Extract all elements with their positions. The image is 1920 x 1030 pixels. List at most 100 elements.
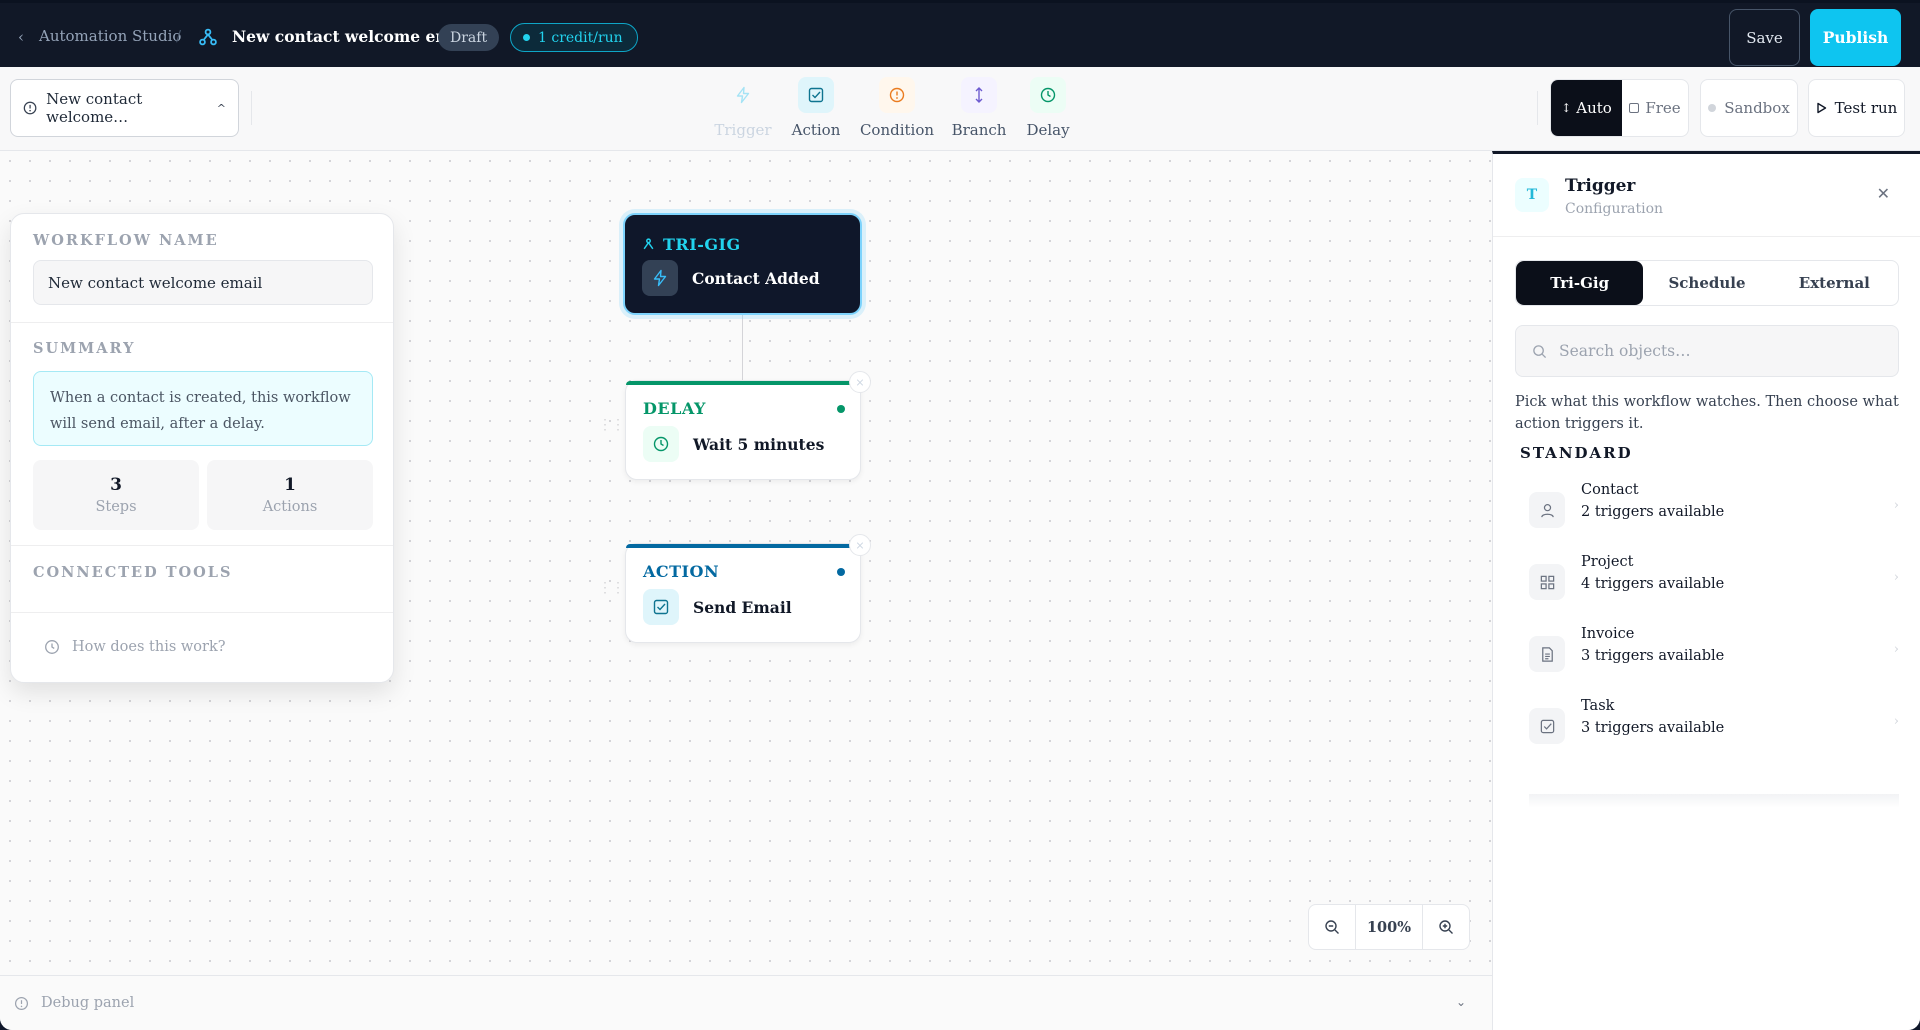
divider [1493, 236, 1920, 237]
zoom-out-button[interactable] [1309, 905, 1355, 949]
status-badge: Draft [438, 24, 500, 51]
mode-auto-button[interactable]: ↕ Auto [1551, 80, 1622, 136]
panel-subtitle: Configuration [1565, 201, 1664, 217]
clock-icon [45, 640, 59, 654]
publish-button[interactable]: Publish [1810, 9, 1901, 66]
close-icon[interactable]: ✕ [1877, 184, 1890, 203]
help-link[interactable]: How does this work? [44, 639, 226, 655]
action-node-kind: ACTION [643, 562, 720, 581]
action-node-name: Send Email [693, 598, 792, 617]
list-scroll-fade [1529, 794, 1899, 808]
object-trigger-count: 2 triggers available [1581, 504, 1725, 520]
action-node-close-icon[interactable]: × [849, 534, 871, 556]
delay-node-close-icon[interactable]: × [849, 371, 871, 393]
zoom-level: 100% [1355, 905, 1423, 949]
drag-handle-icon[interactable]: ⋮⋮ [598, 418, 625, 432]
clock-icon [643, 426, 679, 462]
trigger-config-panel: T Trigger Configuration ✕ Tri-Gig Schedu… [1492, 151, 1920, 1030]
object-name: Task [1581, 698, 1615, 714]
sandbox-label: Sandbox [1724, 99, 1790, 117]
clock-icon [1030, 77, 1066, 113]
stat-steps: 3 Steps [33, 460, 199, 530]
chevron-right-icon: › [1893, 570, 1899, 585]
tool-action[interactable]: Action [776, 77, 856, 139]
test-run-button[interactable]: Test run [1808, 79, 1905, 137]
object-name: Invoice [1581, 626, 1635, 642]
object-item-contact[interactable]: Contact 2 triggers available › [1529, 480, 1899, 536]
workflow-name-label: WORKFLOW NAME [33, 232, 219, 249]
debug-panel-bar[interactable]: Debug panel ⌄ [0, 975, 1492, 1030]
tool-trigger[interactable]: Trigger [703, 77, 783, 139]
document-icon [1529, 636, 1565, 672]
zoom-in-button[interactable] [1423, 905, 1469, 949]
object-name: Contact [1581, 482, 1639, 498]
stat-actions-label: Actions [262, 499, 318, 515]
sandbox-toggle[interactable]: Sandbox [1700, 79, 1798, 137]
chevron-down-icon[interactable]: ⌄ [1456, 995, 1466, 1009]
toolbar-divider [251, 91, 252, 125]
action-node-status-dot [837, 568, 845, 576]
search-input[interactable]: Search objects… [1515, 325, 1899, 377]
bolt-icon [725, 77, 761, 113]
toolbar-divider [1537, 91, 1538, 125]
tab-external[interactable]: External [1771, 261, 1898, 305]
workflow-branch-icon [199, 28, 217, 46]
chevron-right-icon: › [1893, 498, 1899, 513]
panel-help-text: Pick what this workflow watches. Then ch… [1515, 394, 1899, 432]
object-item-invoice[interactable]: Invoice 3 triggers available › [1529, 624, 1899, 680]
layout-mode-toggle: ↕ Auto Free [1550, 79, 1689, 137]
zoom-in-icon [1439, 920, 1453, 934]
object-trigger-count: 3 triggers available [1581, 720, 1725, 736]
trigger-node[interactable]: TRI-GIG Contact Added [623, 213, 862, 315]
workflow-name-input[interactable]: New contact welcome email [33, 260, 373, 305]
debug-panel-label: Debug panel [41, 995, 135, 1011]
delay-node-kind: DELAY [643, 399, 706, 418]
divider [11, 612, 393, 613]
square-icon [1629, 103, 1640, 113]
credit-dot-icon [523, 34, 530, 41]
test-run-label: Test run [1834, 99, 1898, 117]
zoom-controls: 100% [1308, 904, 1470, 950]
workflow-info-panel: WORKFLOW NAME New contact welcome email … [10, 213, 394, 683]
help-link-label: How does this work? [72, 639, 226, 655]
chevron-left-icon[interactable]: ‹ [18, 28, 24, 46]
tab-schedule[interactable]: Schedule [1643, 261, 1770, 305]
divider [11, 322, 393, 323]
mode-free-button[interactable]: Free [1622, 80, 1688, 136]
breadcrumb-automation-studio[interactable]: Automation Studio [39, 27, 181, 45]
stat-steps-label: Steps [95, 499, 137, 515]
stat-actions: 1 Actions [207, 460, 373, 530]
credit-badge: 1 credit/run [510, 23, 638, 52]
play-icon [1816, 102, 1826, 114]
tool-branch-label: Branch [951, 121, 1007, 139]
arrows-vertical-icon: ↕ [1561, 101, 1572, 115]
tool-delay-label: Delay [1026, 121, 1070, 139]
trigger-node-kind-label: TRI-GIG [663, 235, 741, 254]
trigger-source-tabs: Tri-Gig Schedule External [1515, 260, 1899, 306]
summary-label: SUMMARY [33, 340, 136, 357]
object-trigger-count: 4 triggers available [1581, 576, 1725, 592]
connected-tools-label: CONNECTED TOOLS [33, 564, 233, 581]
drag-handle-icon[interactable]: ⋮⋮ [598, 581, 625, 595]
action-node[interactable]: ACTION Send Email [625, 543, 861, 643]
save-button[interactable]: Save [1729, 9, 1800, 66]
object-item-project[interactable]: Project 4 triggers available › [1529, 552, 1899, 608]
object-item-task[interactable]: Task 3 triggers available › [1529, 696, 1899, 752]
delay-node[interactable]: DELAY Wait 5 minutes [625, 380, 861, 480]
trigger-node-kind: TRI-GIG [642, 235, 741, 254]
workflow-selector[interactable]: New contact welcome… ^ [10, 79, 239, 137]
section-label-standard: STANDARD [1520, 444, 1633, 462]
arrows-vertical-icon [961, 77, 997, 113]
credit-badge-label: 1 credit/run [538, 29, 623, 46]
chevron-up-icon: ^ [216, 101, 226, 115]
tool-delay[interactable]: Delay [1008, 77, 1088, 139]
tool-condition[interactable]: Condition [857, 77, 937, 139]
tool-branch[interactable]: Branch [939, 77, 1019, 139]
search-icon [1533, 344, 1547, 358]
breadcrumb-separator: / [176, 27, 182, 45]
chevron-right-icon: › [1893, 714, 1899, 729]
tool-action-label: Action [791, 121, 841, 139]
action-node-accent [626, 544, 860, 548]
mode-auto-label: Auto [1576, 99, 1612, 117]
tab-tri-gig[interactable]: Tri-Gig [1516, 261, 1644, 305]
